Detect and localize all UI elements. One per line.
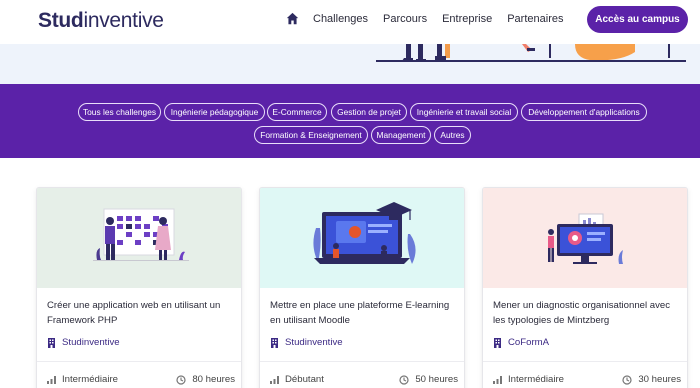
card-title: Mener un diagnostic organisationnel avec… [493,300,671,326]
card-divider [483,361,687,362]
card-level: Intermédiaire [493,374,564,385]
level-bars-icon [493,375,502,384]
filter-chip-all[interactable]: Tous les challenges [78,103,161,121]
building-icon [271,337,278,348]
filter-chip-gestion-projet[interactable]: Gestion de projet [331,103,407,121]
clock-icon [176,374,186,385]
clock-icon [399,374,409,385]
card-duration: 80 heures [176,374,235,385]
card-organization[interactable]: Studinventive [270,337,343,348]
nav-partenaires[interactable]: Partenaires [507,13,563,25]
site-header: Studinventive Challenges Parcours Entrep… [0,0,700,44]
filter-chip-autres[interactable]: Autres [434,126,471,144]
card-organization[interactable]: CoFormA [493,337,549,348]
building-icon [494,337,501,348]
building-icon [48,337,55,348]
logo[interactable]: Studinventive [38,9,164,33]
card-meta: Intermédiaire 30 heures [493,374,681,385]
clock-icon [622,374,632,385]
nav-challenges[interactable]: Challenges [313,13,368,25]
card-title: Mettre en place une plateforme E-learnin… [270,300,450,326]
hero-illustration [0,44,700,84]
card-duration: 50 heures [399,374,458,385]
challenge-card[interactable]: Mener un diagnostic organisationnel avec… [482,187,688,388]
home-icon[interactable] [286,12,299,25]
card-illustration-moodle [260,188,464,288]
card-divider [37,361,241,362]
card-divider [260,361,464,362]
filter-chip-travail-social[interactable]: Ingénierie et travail social [410,103,518,121]
card-duration: 30 heures [622,374,681,385]
card-meta: Débutant 50 heures [270,374,458,385]
nav-entreprise[interactable]: Entreprise [442,13,492,25]
card-illustration-diagnostic [483,188,687,288]
campus-access-button[interactable]: Accès au campus [587,6,688,33]
main-nav: Challenges Parcours Entreprise Partenair… [286,12,578,25]
hero-ground-line [376,60,686,62]
card-meta: Intermédiaire 80 heures [47,374,235,385]
filter-chip-ecommerce[interactable]: E-Commerce [267,103,327,121]
card-level: Débutant [270,374,324,385]
card-illustration-php [37,188,241,288]
card-title: Créer une application web en utilisant u… [47,300,221,326]
level-bars-icon [270,375,279,384]
filter-chip-management[interactable]: Management [371,126,431,144]
filter-chip-formation[interactable]: Formation & Enseignement [254,126,368,144]
filter-chip-dev-apps[interactable]: Développement d'applications [521,103,647,121]
card-level: Intermédiaire [47,374,118,385]
level-bars-icon [47,375,56,384]
challenge-filters: Tous les challenges Ingénierie pédagogiq… [0,84,700,158]
nav-parcours[interactable]: Parcours [383,13,427,25]
challenge-card[interactable]: Mettre en place une plateforme E-learnin… [259,187,465,388]
filter-chip-pedagogie[interactable]: Ingénierie pédagogique [164,103,265,121]
card-organization[interactable]: Studinventive [47,337,120,348]
challenge-card[interactable]: Créer une application web en utilisant u… [36,187,242,388]
